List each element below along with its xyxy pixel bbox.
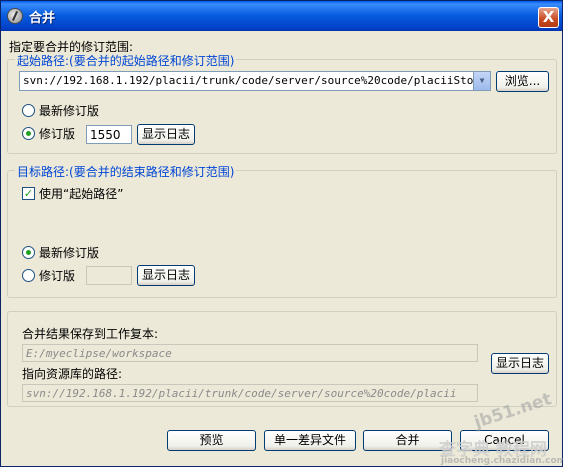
app-icon	[7, 8, 23, 24]
source-show-log-button[interactable]: 显示日志	[137, 124, 195, 145]
source-url-value: svn://192.168.1.192/placii/trunk/code/se…	[23, 74, 487, 87]
target-group-title: 目标路径:(要合并的结束路径和修订范围)	[15, 163, 237, 180]
unified-diff-button[interactable]: 单一差异文件	[264, 430, 356, 451]
result-show-log-button[interactable]: 显示日志	[491, 353, 549, 374]
target-revision-label: 修订版	[39, 269, 76, 283]
use-start-path-checkbox[interactable]: ✓	[22, 187, 35, 200]
target-show-log-button[interactable]: 显示日志	[137, 265, 195, 286]
source-revision-input[interactable]: 1550	[86, 125, 132, 144]
source-url-combobox[interactable]: svn://192.168.1.192/placii/trunk/code/se…	[19, 71, 491, 91]
merge-dialog: 合并 X 指定要合并的修订范围: 起始路径:(要合并的起始路径和修订范围) sv…	[0, 0, 563, 467]
repo-path-label: 指向资源库的路径:	[22, 367, 123, 381]
url-watermark: jiaocheng.chazidian.com	[441, 456, 563, 466]
source-group-title: 起始路径:(要合并的起始路径和修订范围)	[15, 52, 237, 69]
browse-button[interactable]: 浏览...	[496, 71, 549, 92]
source-revision-label: 修订版	[39, 127, 76, 141]
use-start-path-label: 使用“起始路径”	[39, 187, 124, 201]
preview-button[interactable]: 预览	[167, 430, 256, 451]
target-revision-input[interactable]	[86, 266, 132, 285]
target-revision-radio[interactable]	[22, 269, 35, 282]
target-latest-radio[interactable]	[22, 246, 35, 259]
target-latest-label: 最新修订版	[39, 246, 100, 260]
workspace-label: 合并结果保存到工作复本:	[22, 327, 159, 341]
source-latest-label: 最新修订版	[39, 104, 100, 118]
source-latest-radio[interactable]	[22, 104, 35, 117]
source-revision-radio[interactable]	[22, 127, 35, 140]
chevron-down-icon[interactable]: ▼	[473, 72, 490, 90]
title-bar[interactable]: 合并 X	[1, 1, 562, 31]
workspace-path-field[interactable]: E:/myeclipse/workspace	[22, 344, 478, 362]
repo-path-field[interactable]: svn://192.168.1.192/placii/trunk/code/se…	[22, 384, 478, 402]
close-button[interactable]: X	[538, 7, 559, 28]
window-title: 合并	[29, 11, 56, 26]
